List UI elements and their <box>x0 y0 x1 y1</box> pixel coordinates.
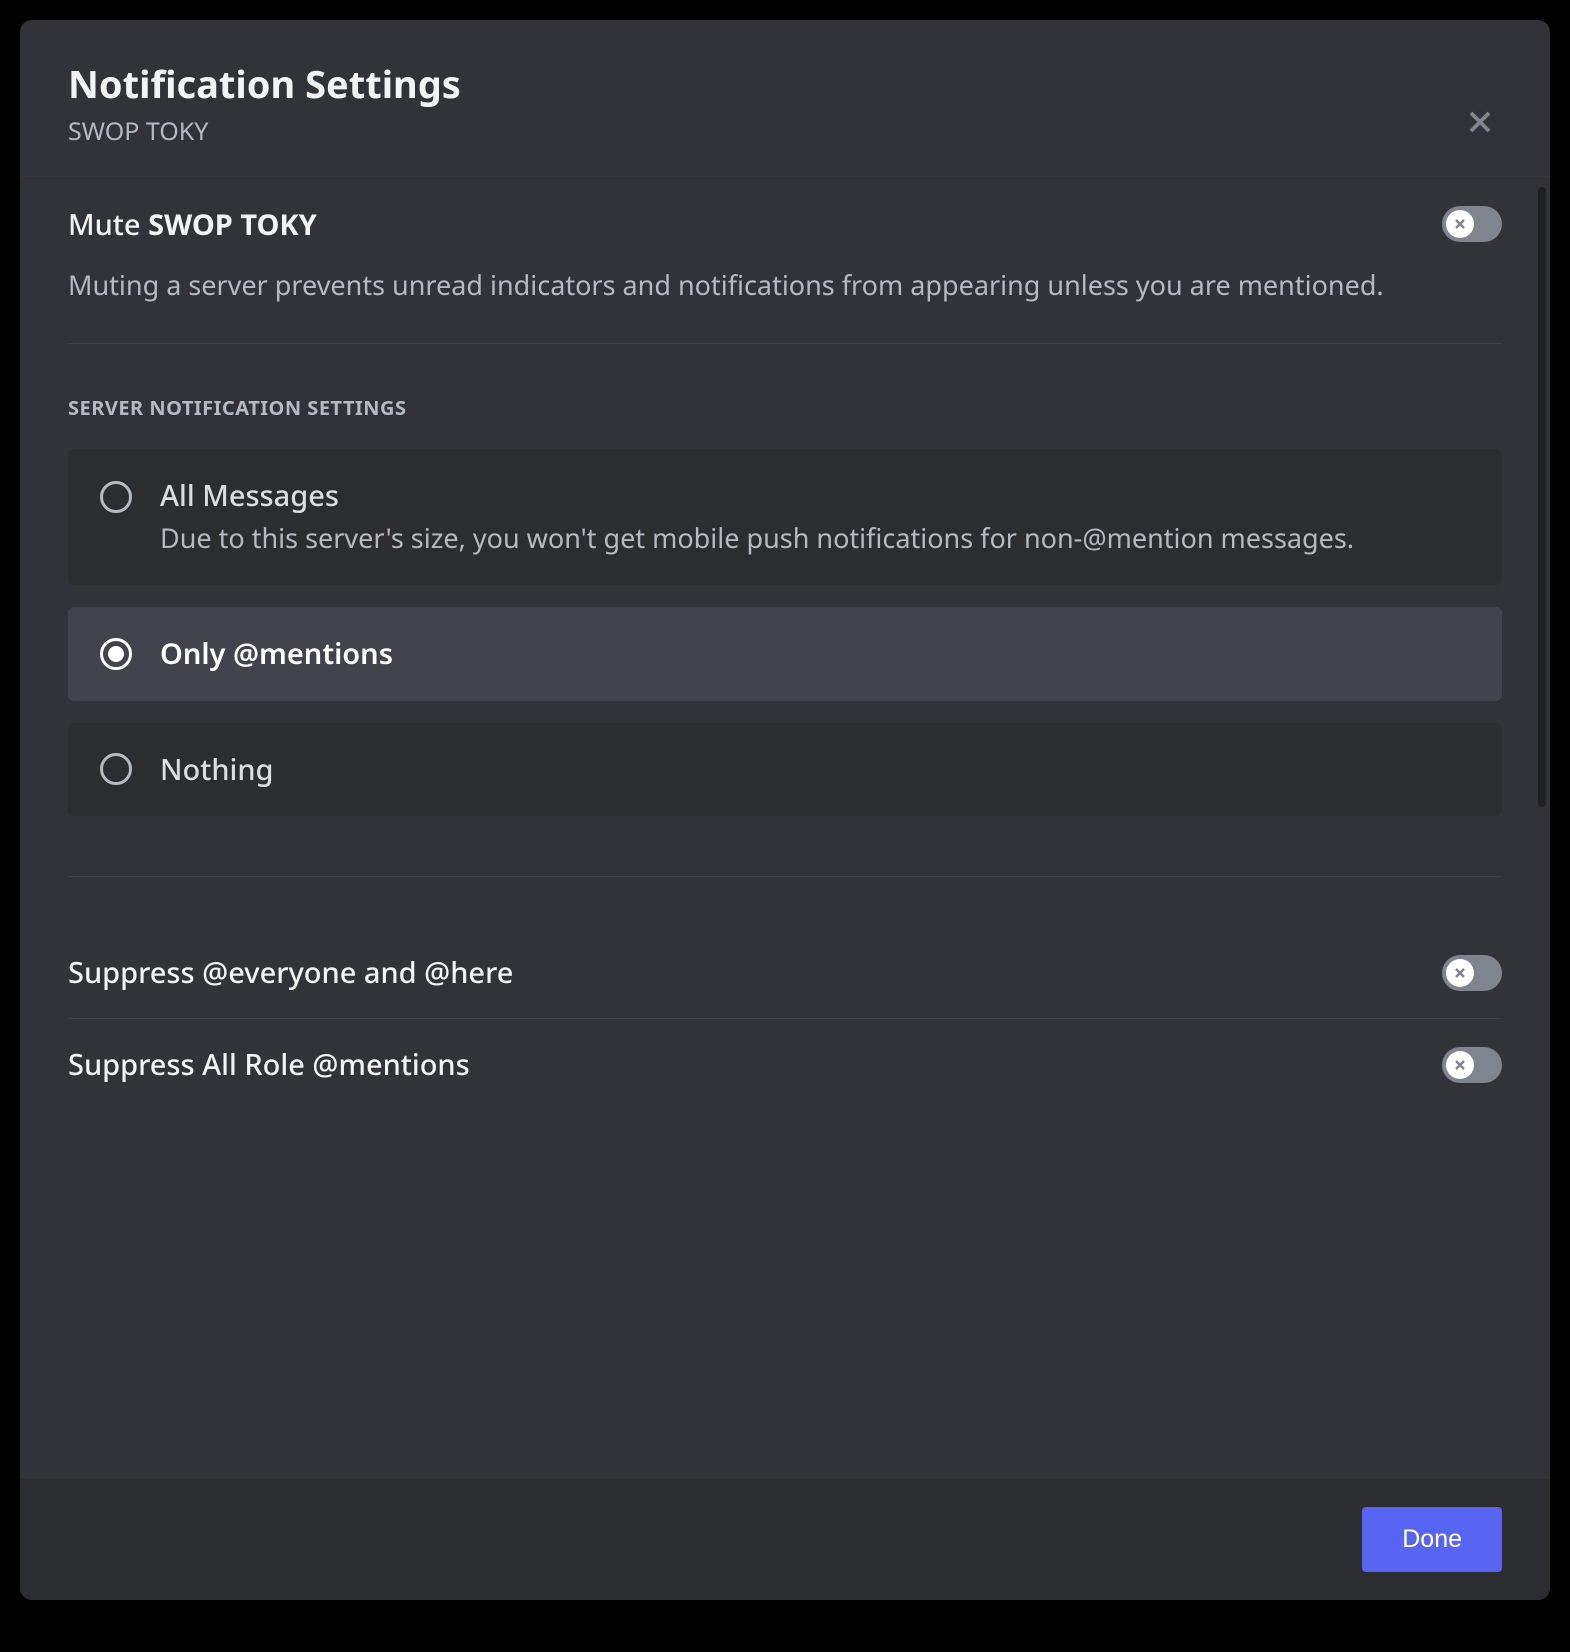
mute-section: Mute SWOP TOKY Muting a server prevents … <box>68 205 1502 345</box>
scrollbar[interactable] <box>1538 187 1546 807</box>
radio-title: All Messages <box>160 477 1470 515</box>
mute-toggle-row: Mute SWOP TOKY <box>68 205 1502 244</box>
mute-toggle[interactable] <box>1442 206 1502 242</box>
modal-footer: Done <box>20 1479 1550 1600</box>
modal-title: Notification Settings <box>68 62 1502 108</box>
close-icon <box>1462 104 1498 140</box>
radio-only-mentions[interactable]: Only @mentions <box>68 607 1502 701</box>
radio-icon <box>100 481 132 513</box>
mute-description: Muting a server prevents unread indicato… <box>68 266 1418 304</box>
suppress-everyone-label: Suppress @everyone and @here <box>68 953 513 992</box>
radio-title: Nothing <box>160 751 1470 789</box>
suppress-roles-toggle[interactable] <box>1442 1047 1502 1083</box>
radio-all-messages[interactable]: All Messages Due to this server's size, … <box>68 449 1502 584</box>
x-icon <box>1452 965 1468 981</box>
radio-content: All Messages Due to this server's size, … <box>160 477 1470 556</box>
notification-settings-modal: Notification Settings SWOP TOKY Mute SWO… <box>20 20 1550 1600</box>
x-icon <box>1452 1057 1468 1073</box>
mute-label: Mute SWOP TOKY <box>68 205 317 244</box>
close-button[interactable] <box>1458 100 1502 144</box>
modal-header: Notification Settings SWOP TOKY <box>20 20 1550 177</box>
radio-content: Nothing <box>160 751 1470 789</box>
radio-content: Only @mentions <box>160 635 1470 673</box>
server-settings-heading: SERVER NOTIFICATION SETTINGS <box>68 394 1502 421</box>
radio-icon-selected <box>100 638 132 670</box>
toggle-knob-off <box>1446 959 1474 987</box>
modal-body: Mute SWOP TOKY Muting a server prevents … <box>20 177 1550 1479</box>
radio-title: Only @mentions <box>160 635 1470 673</box>
toggle-knob-off <box>1446 1051 1474 1079</box>
suppress-roles-label: Suppress All Role @mentions <box>68 1045 470 1084</box>
done-button[interactable]: Done <box>1362 1507 1502 1572</box>
radio-subtext: Due to this server's size, you won't get… <box>160 519 1470 557</box>
suppress-roles-row: Suppress All Role @mentions <box>68 1019 1502 1110</box>
server-name-subtitle: SWOP TOKY <box>68 114 1502 148</box>
x-icon <box>1452 216 1468 232</box>
radio-nothing[interactable]: Nothing <box>68 723 1502 817</box>
toggle-knob-off <box>1446 210 1474 238</box>
notification-radio-group: All Messages Due to this server's size, … <box>68 449 1502 877</box>
radio-icon <box>100 753 132 785</box>
suppress-everyone-row: Suppress @everyone and @here <box>68 927 1502 1019</box>
suppress-everyone-toggle[interactable] <box>1442 955 1502 991</box>
